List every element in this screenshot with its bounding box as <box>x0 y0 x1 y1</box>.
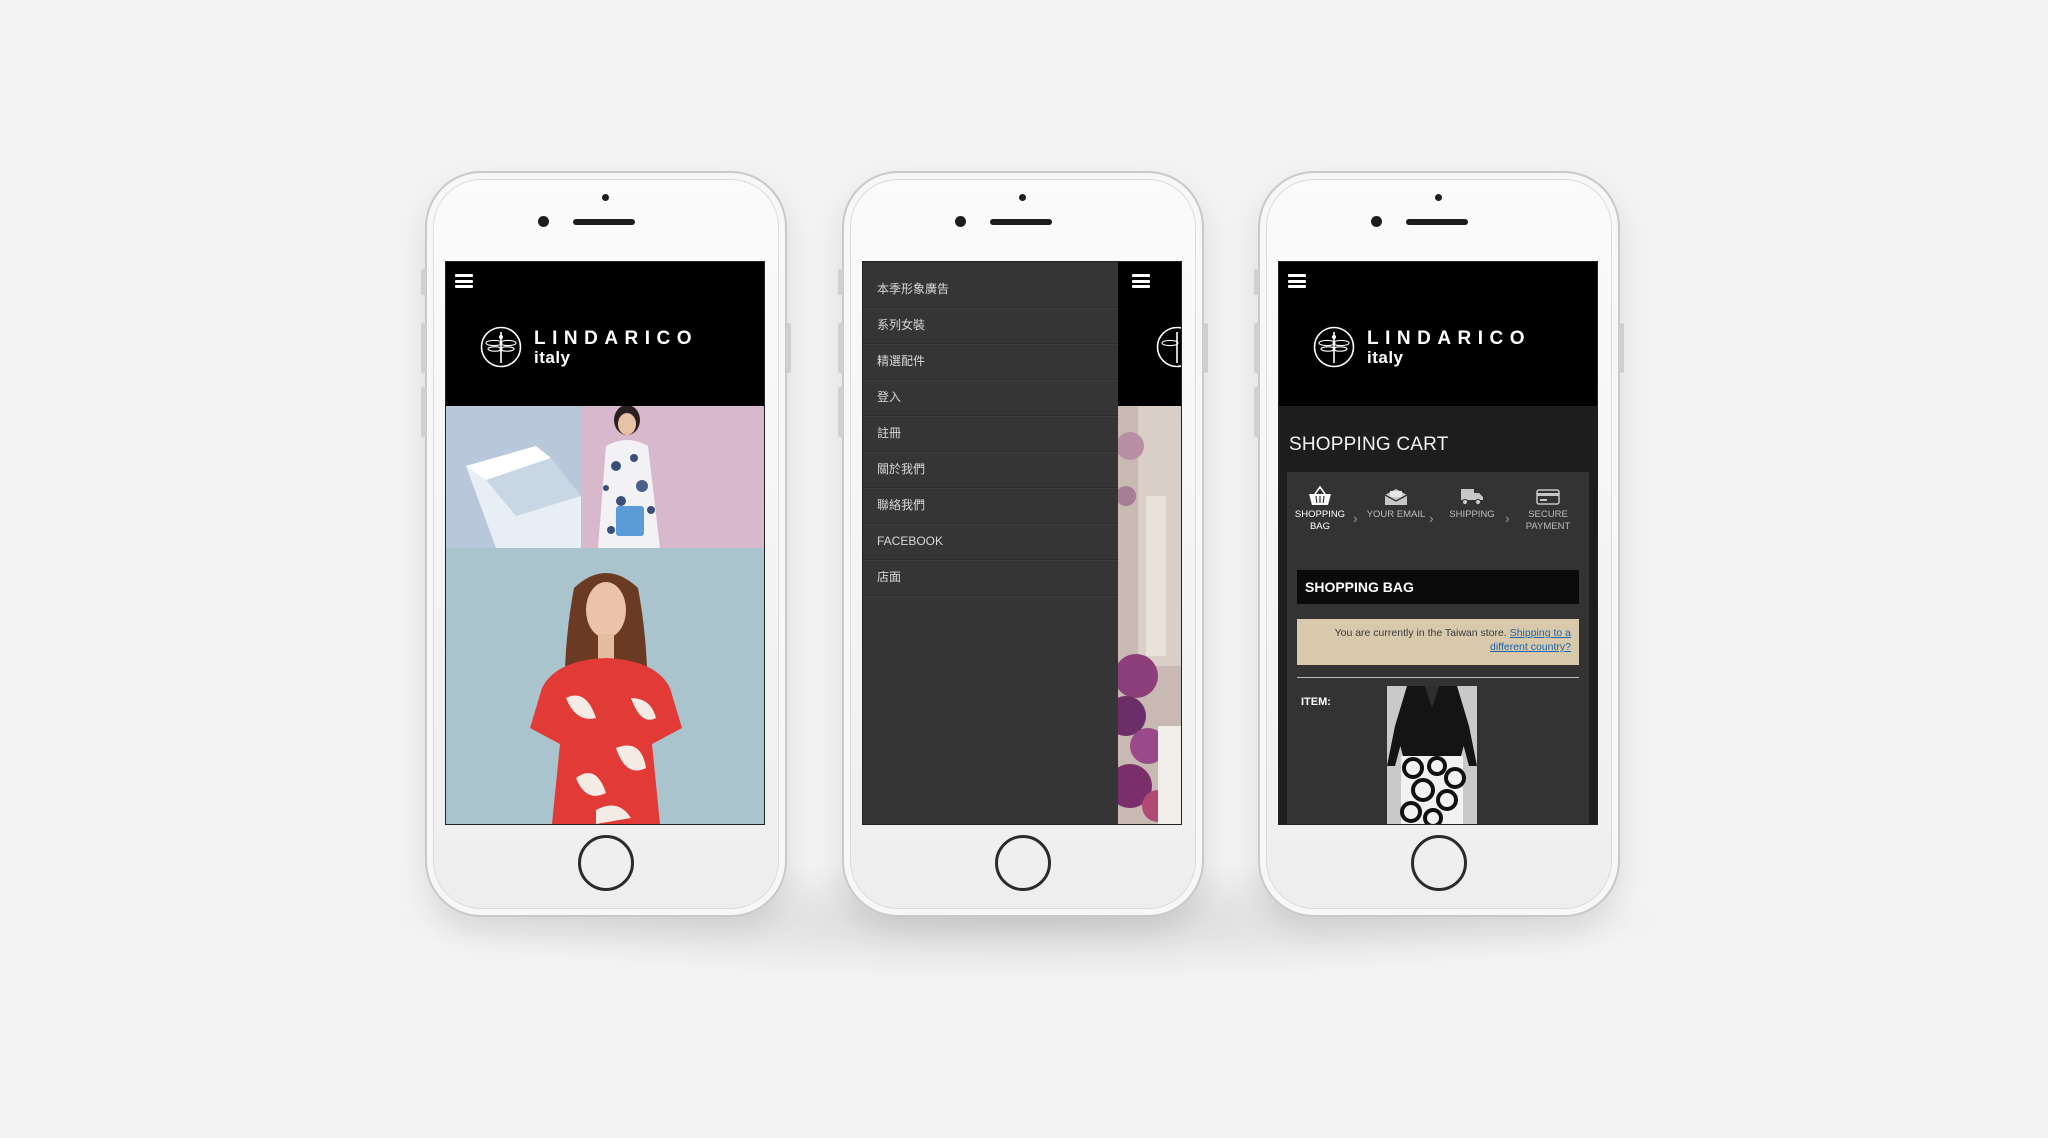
item-label: ITEM: <box>1301 696 1331 708</box>
volume-down-button <box>838 387 843 437</box>
site-header: LINDARICO italy <box>446 262 764 406</box>
volume-down-button <box>1254 387 1259 437</box>
volume-up-button <box>1254 323 1259 373</box>
power-button <box>786 323 791 373</box>
mute-switch <box>838 269 843 295</box>
store-notice: You are currently in the Taiwan store. S… <box>1297 619 1579 665</box>
site-header: LINDARICO italy <box>1279 262 1597 406</box>
side-menu-list: 本季形象廣告 系列女裝 精選配件 登入 註冊 關於我們 聯絡我們 FACEBOOK 店面 <box>863 262 1118 596</box>
checkout-panel: SHOPPING BAG › YOUR EMAIL › SHIPPING › S… <box>1287 472 1589 824</box>
phone-cart: LINDARICO italy SHOPPING CART SHOPPING B… <box>1254 171 1624 917</box>
mute-switch <box>1254 269 1259 295</box>
section-title: SHOPPING BAG <box>1297 570 1579 604</box>
power-button <box>1203 323 1208 373</box>
peek-header <box>1118 262 1181 406</box>
page-peek[interactable] <box>1118 262 1181 824</box>
chevron-right-icon: › <box>1353 510 1358 526</box>
step-secure-payment[interactable]: SECURE PAYMENT <box>1515 484 1581 533</box>
dragonfly-emblem-icon <box>1156 326 1181 368</box>
menu-item[interactable]: 本季形象廣告 <box>863 272 1118 308</box>
menu-item[interactable]: 註冊 <box>863 416 1118 452</box>
brand-logo[interactable]: LINDARICO italy <box>480 326 698 368</box>
volume-down-button <box>421 387 426 437</box>
page-title: SHOPPING CART <box>1289 434 1449 455</box>
hamburger-menu-icon[interactable] <box>1288 274 1306 288</box>
brand-sub: italy <box>1367 347 1404 367</box>
brand-sub: italy <box>534 347 571 367</box>
earpiece-speaker <box>990 219 1052 225</box>
front-camera <box>538 216 549 227</box>
notice-text: You are currently in the Taiwan store. <box>1334 627 1507 639</box>
chevron-right-icon: › <box>1429 510 1434 526</box>
screen: LINDARICO italy <box>445 261 765 825</box>
chevron-right-icon: › <box>1505 510 1510 526</box>
phone-menu: 本季形象廣告 系列女裝 精選配件 登入 註冊 關於我們 聯絡我們 FACEBOOK 店面 <box>838 171 1208 917</box>
front-camera <box>1371 216 1382 227</box>
front-camera <box>955 216 966 227</box>
dragonfly-emblem-icon <box>480 326 522 368</box>
menu-item[interactable]: 精選配件 <box>863 344 1118 380</box>
step-your-email[interactable]: YOUR EMAIL <box>1363 484 1429 521</box>
menu-item[interactable]: 系列女裝 <box>863 308 1118 344</box>
screen: 本季形象廣告 系列女裝 精選配件 登入 註冊 關於我們 聯絡我們 FACEBOOK 店面 <box>862 261 1182 825</box>
home-button[interactable] <box>995 835 1051 891</box>
peek-photo <box>1118 406 1181 824</box>
mute-switch <box>421 269 426 295</box>
home-button[interactable] <box>1411 835 1467 891</box>
hamburger-menu-icon[interactable] <box>1132 274 1150 288</box>
proximity-sensor <box>1019 194 1026 201</box>
step-label-line1: SECURE <box>1528 509 1568 520</box>
brand-name: LINDARICO <box>534 327 699 349</box>
volume-up-button <box>421 323 426 373</box>
step-label-line1: YOUR EMAIL <box>1366 509 1426 520</box>
home-button[interactable] <box>578 835 634 891</box>
earpiece-speaker <box>1406 219 1468 225</box>
dragonfly-emblem-icon <box>1313 326 1355 368</box>
brand-name: LINDARICO <box>1367 327 1532 349</box>
card-icon <box>1536 489 1560 505</box>
menu-item[interactable]: 店面 <box>863 560 1118 596</box>
divider <box>1297 677 1579 678</box>
hero-photo-red-dress[interactable] <box>446 548 764 824</box>
menu-item[interactable]: 登入 <box>863 380 1118 416</box>
envelope-icon <box>1384 489 1408 505</box>
proximity-sensor <box>1435 194 1442 201</box>
item-thumbnail[interactable] <box>1387 686 1477 824</box>
hamburger-menu-icon[interactable] <box>455 274 473 288</box>
menu-item[interactable]: 關於我們 <box>863 452 1118 488</box>
screen: LINDARICO italy SHOPPING CART SHOPPING B… <box>1278 261 1598 825</box>
proximity-sensor <box>602 194 609 201</box>
basket-icon <box>1309 486 1331 505</box>
step-label-line1: SHIPPING <box>1449 509 1495 520</box>
step-label-line1: SHOPPING <box>1294 509 1346 520</box>
truck-icon <box>1461 489 1483 506</box>
hero-photo-seated[interactable] <box>446 406 764 548</box>
checkout-steps: SHOPPING BAG › YOUR EMAIL › SHIPPING › S… <box>1287 484 1589 544</box>
step-shipping[interactable]: SHIPPING <box>1439 484 1505 521</box>
volume-up-button <box>838 323 843 373</box>
phone-home: LINDARICO italy <box>421 171 791 917</box>
side-menu: 本季形象廣告 系列女裝 精選配件 登入 註冊 關於我們 聯絡我們 FACEBOOK 店面 <box>863 262 1118 824</box>
step-label-line2: PAYMENT <box>1525 521 1571 532</box>
power-button <box>1619 323 1624 373</box>
step-shopping-bag[interactable]: SHOPPING BAG <box>1287 484 1353 533</box>
brand-logo[interactable]: LINDARICO italy <box>1313 326 1531 368</box>
menu-item[interactable]: 聯絡我們 <box>863 488 1118 524</box>
earpiece-speaker <box>573 219 635 225</box>
step-label-line2: BAG <box>1309 521 1331 532</box>
menu-item[interactable]: FACEBOOK <box>863 524 1118 560</box>
